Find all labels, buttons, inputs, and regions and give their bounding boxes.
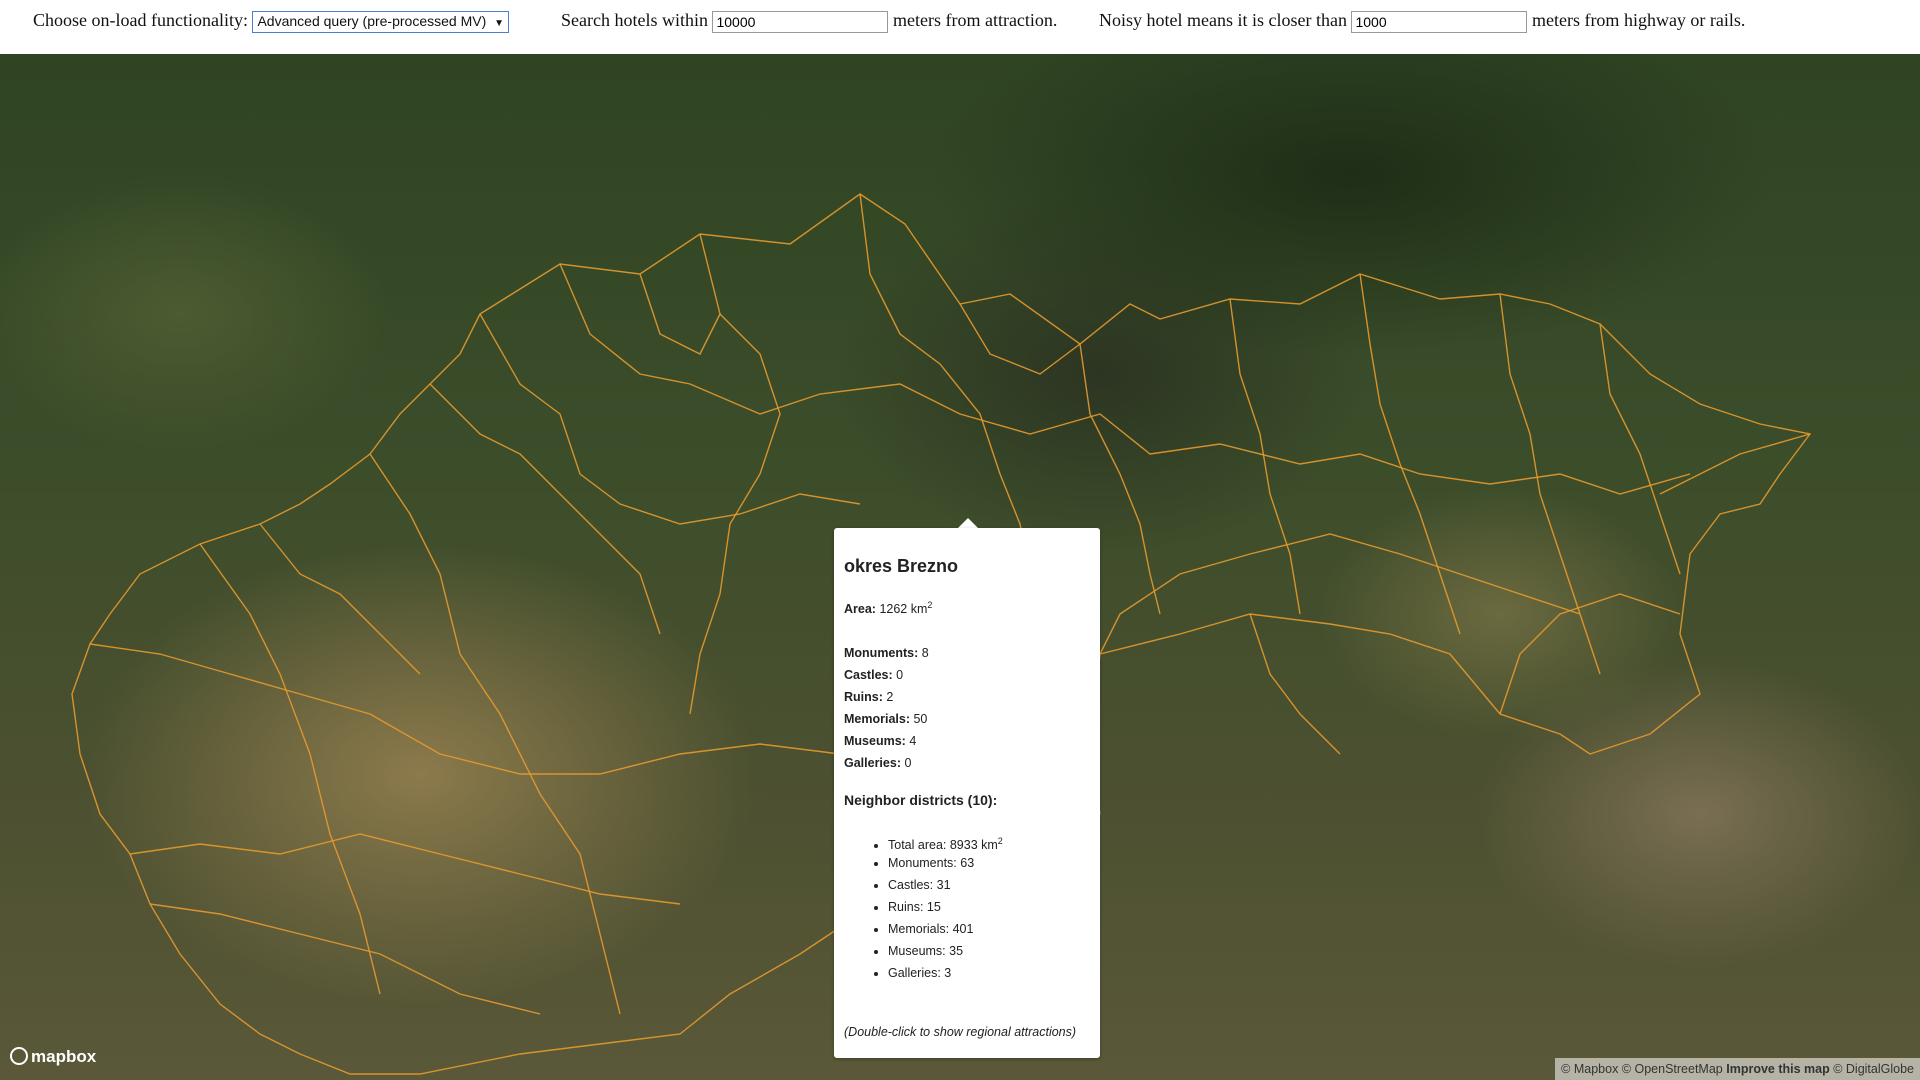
stat-label: Ruins:	[844, 690, 883, 704]
noisy-control: Noisy hotel means it is closer than mete…	[1099, 10, 1745, 33]
stat-label: Galleries:	[844, 756, 901, 770]
list-item: Galleries: 3	[888, 962, 1003, 984]
map-logo[interactable]: mapbox	[10, 1047, 96, 1067]
neighbors-total-area: Total area: 8933 km	[888, 838, 998, 853]
improve-map-link[interactable]: Improve this map	[1726, 1062, 1830, 1076]
chevron-down-icon: ▼	[494, 17, 505, 29]
stat-row: Castles: 0	[844, 668, 903, 682]
stat-label: Museums:	[844, 734, 906, 748]
list-item: Museums: 35	[888, 940, 1003, 962]
mode-control: Choose on-load functionality: Advanced q…	[33, 10, 510, 33]
popup-title: okres Brezno	[844, 556, 959, 576]
popup-tip	[958, 518, 978, 528]
search-prefix: Search hotels within	[561, 10, 708, 30]
stat-value: 4	[909, 734, 917, 748]
list-item: Total area: 8933 km2	[888, 830, 1003, 852]
area-value: 1262 km	[879, 602, 928, 617]
popup-hint: (Double-click to show regional attractio…	[844, 1025, 1077, 1039]
district-popup[interactable]: okres Brezno Area: 1262 km2 Monuments: 8…	[834, 528, 1100, 1058]
controls-bar: Choose on-load functionality: Advanced q…	[0, 0, 1920, 54]
stat-value: 8	[921, 646, 929, 660]
mode-select-value: Advanced query (pre-processed MV)	[257, 12, 487, 29]
list-item: Ruins: 15	[888, 896, 1003, 918]
neighbors-list: Total area: 8933 km2 Monuments: 63 Castl…	[854, 830, 1003, 984]
noisy-suffix: meters from highway or rails.	[1531, 10, 1746, 30]
map-attribution: © Mapbox © OpenStreetMap Improve this ma…	[1555, 1058, 1920, 1080]
search-distance-input[interactable]	[712, 10, 889, 33]
stat-row: Memorials: 50	[844, 712, 927, 726]
neighbors-title: Neighbor districts (10):	[844, 792, 998, 808]
stat-value: 2	[886, 690, 894, 704]
stat-value: 50	[913, 712, 928, 726]
mode-label: Choose on-load functionality:	[33, 10, 248, 30]
attribution-digitalglobe-link[interactable]: © DigitalGlobe	[1833, 1062, 1914, 1076]
area-unit-sup: 2	[927, 600, 933, 610]
stat-row: Museums: 4	[844, 734, 916, 748]
map-logo-text: mapbox	[31, 1047, 97, 1066]
stat-row: Monuments: 8	[844, 646, 929, 660]
attribution-osm-link[interactable]: © OpenStreetMap	[1622, 1062, 1723, 1076]
stat-value: 0	[896, 668, 904, 682]
area-label: Area:	[844, 602, 876, 617]
stat-label: Castles:	[844, 668, 893, 682]
search-control: Search hotels within meters from attract…	[561, 10, 1057, 33]
noisy-distance-input[interactable]	[1351, 10, 1528, 33]
area-row: Area: 1262 km2	[844, 600, 932, 616]
list-item: Memorials: 401	[888, 918, 1003, 940]
stat-label: Memorials:	[844, 712, 910, 726]
noisy-prefix: Noisy hotel means it is closer than	[1099, 10, 1347, 30]
mode-select[interactable]: Advanced query (pre-processed MV) ▼	[252, 10, 510, 33]
stat-row: Ruins: 2	[844, 690, 893, 704]
stat-value: 0	[904, 756, 912, 770]
search-suffix: meters from attraction.	[892, 10, 1058, 30]
attribution-mapbox-link[interactable]: © Mapbox	[1561, 1062, 1618, 1076]
stat-row: Galleries: 0	[844, 756, 911, 770]
list-item: Monuments: 63	[888, 852, 1003, 874]
stat-label: Monuments:	[844, 646, 919, 660]
list-item: Castles: 31	[888, 874, 1003, 896]
mapbox-logo-icon	[10, 1047, 28, 1065]
neighbors-area-sup: 2	[997, 836, 1003, 846]
